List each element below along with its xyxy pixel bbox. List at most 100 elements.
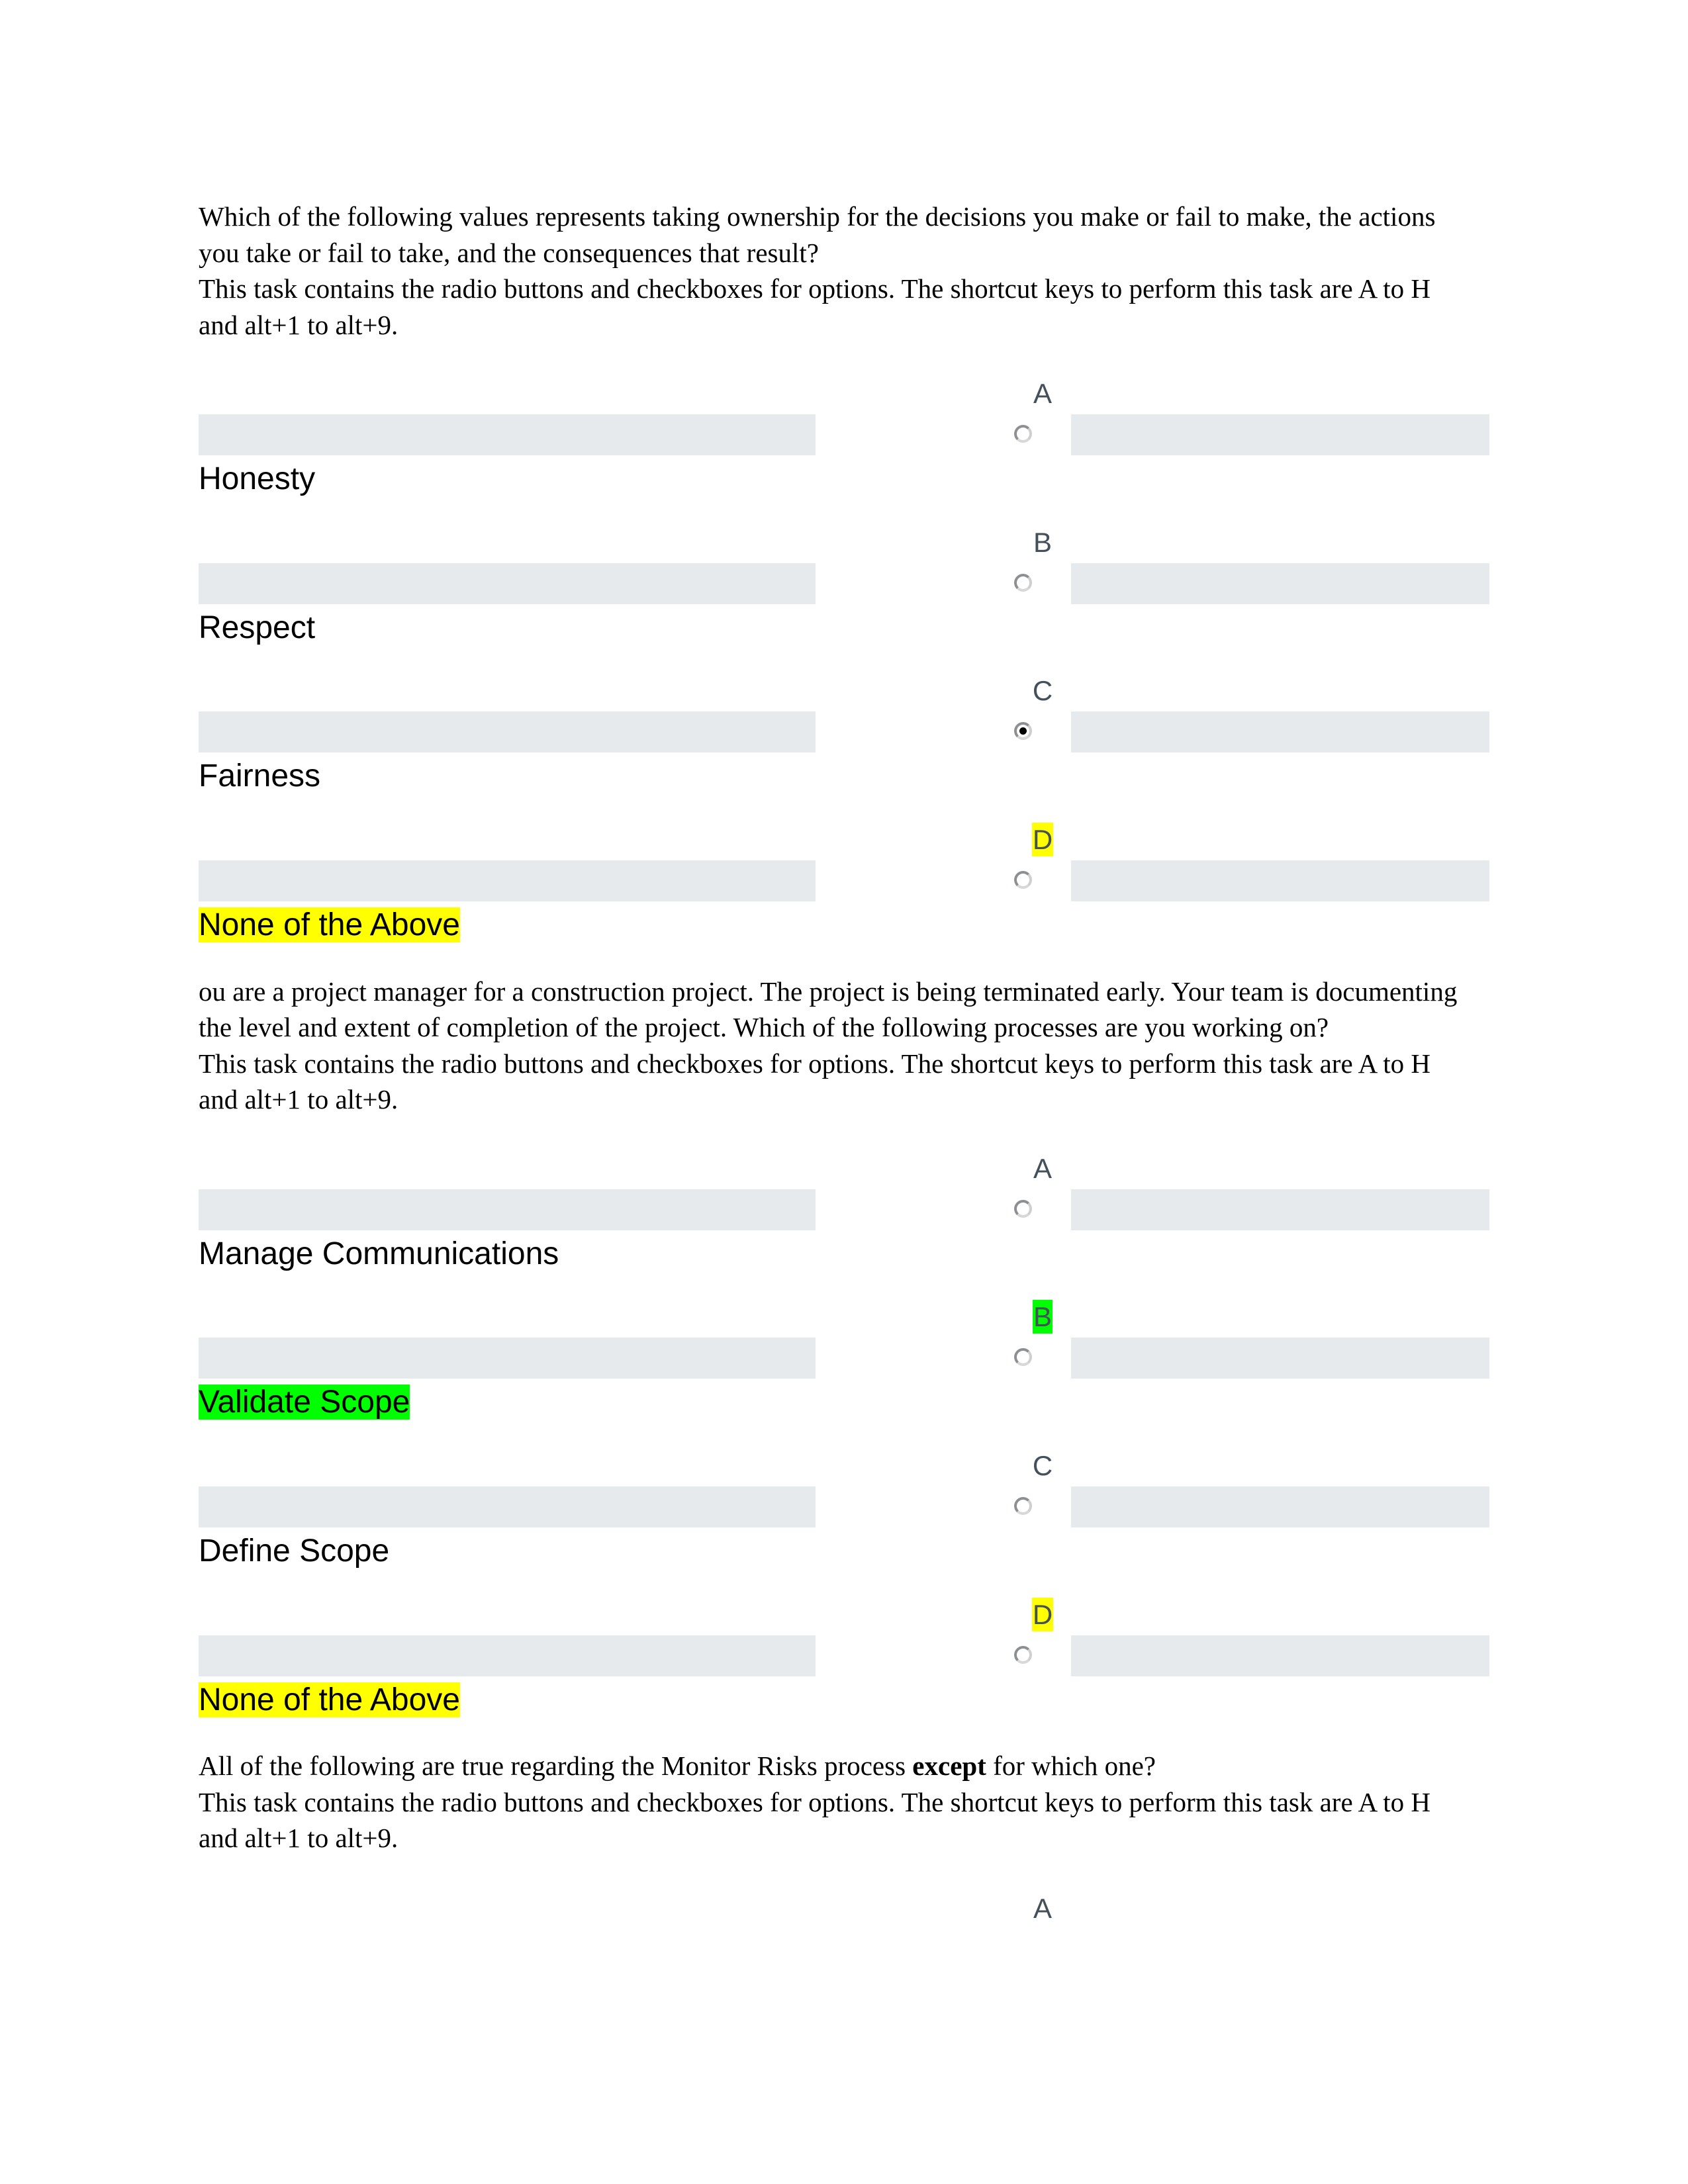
option-radio-cell-q1-d[interactable] (816, 860, 1071, 901)
option-bar-right-q2-c (1071, 1486, 1489, 1527)
option-list-2: A Manage Communications B Validate Scope… (199, 1148, 1489, 1719)
question-block-3: All of the following are true regarding … (199, 1748, 1489, 1929)
option-label-text-q2-c: Define Scope (199, 1533, 390, 1569)
question-prompt-3-bold: except (912, 1751, 986, 1782)
option-letter-text-q3-a: A (1033, 1892, 1052, 1924)
option-letter-q2-b: B (1014, 1297, 1071, 1338)
option-row-q2-b[interactable]: B Validate Scope (199, 1297, 1489, 1422)
option-bar-left-q1-d (199, 860, 816, 901)
option-row-q1-c[interactable]: C Fairness (199, 670, 1489, 796)
option-letter-text-q2-a: A (1033, 1152, 1052, 1184)
option-letter-text-q1-a: A (1033, 378, 1052, 410)
option-label-text-q2-d: None of the Above (199, 1682, 460, 1717)
option-bar-left-q2-b (199, 1338, 816, 1379)
option-letter-q1-d: D (1014, 819, 1071, 860)
question-prompt-3: All of the following are true regarding … (199, 1748, 1476, 1784)
option-letter-text-q1-b: B (1033, 526, 1052, 558)
option-row-q1-d[interactable]: D None of the Above (199, 819, 1489, 944)
option-letter-q2-c: C (1014, 1445, 1071, 1486)
option-letter-q3-a: A (1014, 1888, 1071, 1929)
option-letter-q2-a: A (1014, 1148, 1071, 1189)
option-bar-right-q1-b (1071, 563, 1489, 604)
option-letter-row-q2-a: A (199, 1148, 1489, 1189)
option-label-q2-c: Define Scope (199, 1533, 1489, 1570)
option-bar-left-q2-a (199, 1189, 816, 1230)
option-letter-text-q1-d: D (1031, 822, 1054, 856)
option-bar-q1-b (199, 563, 1489, 604)
option-radio-cell-q2-b[interactable] (816, 1338, 1071, 1379)
question-instruction-3: This task contains the radio buttons and… (199, 1786, 1430, 1854)
option-label-q2-d: None of the Above (199, 1682, 1489, 1719)
option-row-q2-d[interactable]: D None of the Above (199, 1594, 1489, 1719)
option-label-q1-c: Fairness (199, 758, 1489, 796)
document-page: Which of the following values represents… (0, 0, 1688, 2184)
question-block-1: Which of the following values represents… (199, 199, 1489, 944)
radio-selected-icon[interactable] (1014, 722, 1032, 741)
option-bar-left-q1-a (199, 414, 816, 456)
option-letter-text-q2-d: D (1031, 1597, 1054, 1631)
option-letter-text-q2-b: B (1032, 1300, 1053, 1334)
option-row-q2-a[interactable]: A Manage Communications (199, 1148, 1489, 1273)
option-label-text-q1-b: Respect (199, 610, 316, 645)
question-prompt-2: ou are a project manager for a construct… (199, 976, 1458, 1043)
option-letter-q1-c: C (1014, 670, 1071, 711)
option-letter-row-q1-b: B (199, 522, 1489, 563)
question-prompt-3-suffix: for which one? (986, 1751, 1156, 1782)
question-instruction-1: This task contains the radio buttons and… (199, 273, 1430, 340)
radio-unselected-icon[interactable] (1014, 573, 1032, 592)
option-row-q1-a[interactable]: A Honesty (199, 373, 1489, 498)
option-letter-row-q2-b: B (199, 1297, 1489, 1338)
option-label-text-q1-c: Fairness (199, 758, 321, 794)
option-bar-q2-c (199, 1486, 1489, 1527)
option-letter-q2-d: D (1014, 1594, 1071, 1635)
option-bar-left-q1-b (199, 563, 816, 604)
option-radio-cell-q2-a[interactable] (816, 1189, 1071, 1230)
option-label-q1-d: None of the Above (199, 907, 1489, 944)
option-label-text-q1-a: Honesty (199, 461, 316, 497)
radio-unselected-icon[interactable] (1014, 1348, 1032, 1367)
option-radio-cell-q1-b[interactable] (816, 563, 1071, 604)
option-bar-left-q2-d (199, 1635, 816, 1676)
radio-unselected-icon[interactable] (1014, 1496, 1032, 1515)
option-label-q2-a: Manage Communications (199, 1236, 1489, 1273)
option-list-1: A Honesty B Respect C Fairness D None of… (199, 373, 1489, 944)
option-letter-q1-a: A (1014, 373, 1071, 414)
option-bar-right-q1-c (1071, 711, 1489, 753)
option-bar-left-q1-c (199, 711, 816, 753)
option-bar-right-q2-b (1071, 1338, 1489, 1379)
option-bar-right-q2-a (1071, 1189, 1489, 1230)
radio-unselected-icon[interactable] (1014, 870, 1032, 889)
option-radio-cell-q1-c[interactable] (816, 711, 1071, 753)
option-letter-q1-b: B (1014, 522, 1071, 563)
option-bar-right-q1-a (1071, 414, 1489, 456)
option-radio-cell-q2-c[interactable] (816, 1486, 1071, 1527)
question-instruction-2: This task contains the radio buttons and… (199, 1048, 1430, 1115)
option-radio-cell-q1-a[interactable] (816, 414, 1071, 456)
option-letter-text-q1-c: C (1032, 675, 1053, 707)
question-prompt-1: Which of the following values represents… (199, 201, 1436, 268)
option-row-q2-c[interactable]: C Define Scope (199, 1445, 1489, 1570)
option-bar-q2-b (199, 1338, 1489, 1379)
option-radio-cell-q2-d[interactable] (816, 1635, 1071, 1676)
radio-unselected-icon[interactable] (1014, 1199, 1032, 1218)
option-bar-q1-a (199, 414, 1489, 456)
option-letter-text-q2-c: C (1032, 1449, 1053, 1481)
option-bar-q1-d (199, 860, 1489, 901)
option-label-q1-b: Respect (199, 610, 1489, 647)
option-letter-row-q1-c: C (199, 670, 1489, 711)
spacer-after-q2 (199, 1719, 1489, 1748)
option-letter-row-q2-d: D (199, 1594, 1489, 1635)
option-letter-row-q2-c: C (199, 1445, 1489, 1486)
option-bar-q1-c (199, 711, 1489, 753)
option-label-text-q2-a: Manage Communications (199, 1236, 559, 1271)
question-block-2: ou are a project manager for a construct… (199, 974, 1489, 1719)
option-bar-left-q2-c (199, 1486, 816, 1527)
option-letter-row-q1-d: D (199, 819, 1489, 860)
radio-unselected-icon[interactable] (1014, 425, 1032, 443)
option-bar-right-q1-d (1071, 860, 1489, 901)
option-bar-q2-d (199, 1635, 1489, 1676)
option-letter-row-q3-a: A (199, 1888, 1489, 1929)
option-row-q1-b[interactable]: B Respect (199, 522, 1489, 647)
option-label-text-q2-b: Validate Scope (199, 1385, 410, 1420)
radio-unselected-icon[interactable] (1014, 1645, 1032, 1664)
